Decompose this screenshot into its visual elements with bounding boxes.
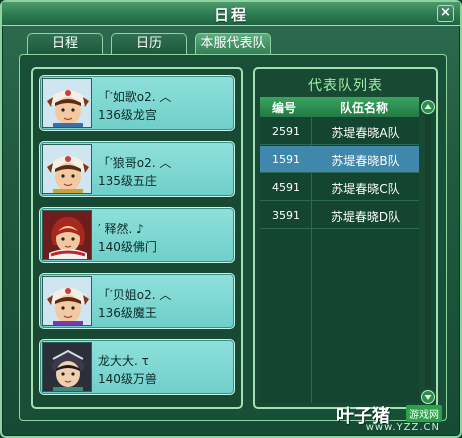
avatar (42, 276, 92, 326)
scroll-down-button[interactable] (421, 389, 435, 404)
header-id: 编号 (272, 101, 297, 115)
avatar (42, 210, 92, 260)
member-level-school: 140级佛门 (98, 240, 157, 254)
member-card[interactable]: 龙大大. τ 140级万兽 (39, 339, 235, 395)
table-row[interactable]: 2591 苏堤春晓A队 (260, 118, 419, 145)
team-list-title: 代表队列表 (308, 78, 383, 94)
team-name: 苏堤春晓A队 (331, 126, 400, 140)
tab-server-team[interactable]: 本服代表队 (195, 33, 271, 56)
avatar (42, 342, 92, 392)
member-card[interactable]: 「′如歌ο2. ︿ 136级龙宫 (39, 75, 235, 131)
member-name: 龙大大. τ (98, 354, 149, 368)
avatar (42, 78, 92, 128)
team-name: 苏堤春晓C队 (331, 182, 400, 196)
scroll-up-button[interactable] (421, 99, 435, 114)
team-table: 编号 队伍名称 2591 苏堤春晓A队 1591 苏堤春晓B队 4591 苏堤春… (260, 97, 419, 403)
team-id: 3591 (272, 209, 300, 222)
chevron-down-icon (421, 390, 435, 404)
title-bar[interactable]: 日程 × (2, 2, 460, 26)
avatar (42, 144, 92, 194)
watermark-tag: 游戏网 (406, 405, 442, 422)
member-level-school: 135级五庄 (98, 174, 157, 188)
team-name: 苏堤春晓B队 (331, 154, 400, 168)
team-id: 2591 (272, 125, 300, 138)
scrollbar-track[interactable] (425, 115, 431, 387)
member-panel: 「′如歌ο2. ︿ 136级龙宫 「′狼哥ο2. ︿ 135级五庄 ′ 释然. … (31, 67, 243, 409)
table-header: 编号 队伍名称 (260, 97, 419, 117)
team-name: 苏堤春晓D队 (330, 210, 401, 224)
table-row[interactable]: 4591 苏堤春晓C队 (260, 174, 419, 201)
member-card[interactable]: 「′狼哥ο2. ︿ 135级五庄 (39, 141, 235, 197)
table-row[interactable]: 1591 苏堤春晓B队 (260, 146, 419, 173)
member-card[interactable]: 「′贝姐ο2. ︿ 136级魔王 (39, 273, 235, 329)
tab-calendar[interactable]: 日历 (111, 33, 187, 55)
schedule-window: 日程 × 日程 日历 本服代表队 「′如歌ο2. ︿ 136级龙宫 「′狼哥ο2… (0, 0, 462, 438)
member-name: ′ 释然. ♪ (98, 222, 144, 236)
tab-schedule[interactable]: 日程 (27, 33, 103, 55)
watermark-url: www.YZZ.CN (365, 422, 440, 433)
header-team-name: 队伍名称 (340, 101, 389, 115)
close-button[interactable]: × (437, 5, 454, 22)
chevron-up-icon (421, 100, 435, 114)
tab-content: 「′如歌ο2. ︿ 136级龙宫 「′狼哥ο2. ︿ 135级五庄 ′ 释然. … (19, 54, 447, 421)
member-name: 「′狼哥ο2. ︿ (98, 156, 172, 170)
team-list-panel: 代表队列表 编号 队伍名称 2591 苏堤春晓A队 1591 苏堤春晓B队 45… (253, 67, 438, 409)
member-level-school: 140级万兽 (98, 372, 157, 386)
member-level-school: 136级魔王 (98, 306, 157, 320)
member-name: 「′贝姐ο2. ︿ (98, 288, 172, 302)
member-card[interactable]: ′ 释然. ♪ 140级佛门 (39, 207, 235, 263)
window-title: 日程 (213, 6, 248, 24)
team-id: 1591 (272, 153, 300, 166)
team-id: 4591 (272, 181, 300, 194)
member-name: 「′如歌ο2. ︿ (98, 90, 172, 104)
table-row[interactable]: 3591 苏堤春晓D队 (260, 202, 419, 229)
member-level-school: 136级龙宫 (98, 108, 157, 122)
